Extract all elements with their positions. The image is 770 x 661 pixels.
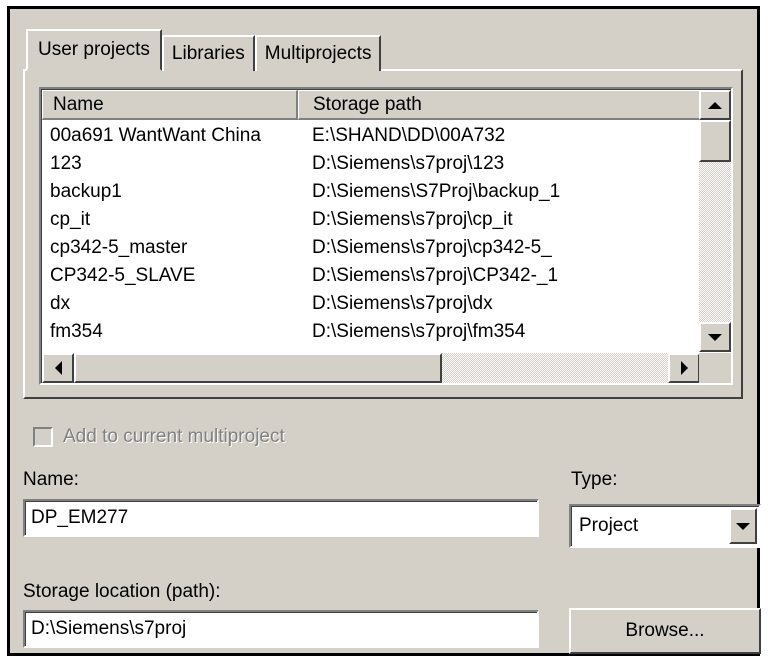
list-item-path: D:\Siemens\s7proj\cp_it bbox=[312, 209, 513, 230]
scroll-down-button[interactable] bbox=[699, 322, 731, 352]
new-project-dialog: User projects Libraries Multiprojects Na… bbox=[7, 6, 761, 656]
add-to-multiproject-option: Add to current multiproject bbox=[33, 424, 285, 450]
list-item[interactable]: 123 D:\Siemens\s7proj\123 bbox=[42, 150, 718, 178]
list-item[interactable]: CP342-5_SLAVE D:\Siemens\s7proj\CP342-_1 bbox=[42, 262, 718, 290]
tab-user-projects[interactable]: User projects bbox=[26, 29, 162, 71]
list-item-name: backup1 bbox=[50, 181, 122, 202]
vertical-scrollbar[interactable] bbox=[699, 90, 731, 352]
column-header-storage-path[interactable]: Storage path bbox=[298, 90, 718, 120]
project-name-input[interactable] bbox=[23, 499, 539, 537]
project-list-inner: Name Storage path 00a691 WantWant China … bbox=[41, 89, 731, 383]
list-item-name: 00a691 WantWant China bbox=[50, 125, 261, 146]
list-item[interactable]: backup1 D:\Siemens\S7Proj\backup_1 bbox=[42, 178, 718, 206]
list-item-path: D:\Siemens\s7proj\fm354 bbox=[312, 321, 526, 342]
list-item-path: E:\SHAND\DD\00A732 bbox=[312, 125, 506, 146]
browse-button[interactable]: Browse... bbox=[569, 608, 761, 654]
list-rows: 00a691 WantWant China E:\SHAND\DD\00A732… bbox=[42, 122, 718, 346]
type-dropdown-button[interactable] bbox=[729, 508, 757, 544]
list-item-name: cp342-5_master bbox=[50, 237, 188, 258]
list-item-name: cp_it bbox=[50, 209, 91, 230]
tab-multiprojects[interactable]: Multiprojects bbox=[254, 35, 382, 71]
list-item-path: D:\Siemens\S7Proj\backup_1 bbox=[312, 181, 561, 202]
arrow-right-icon bbox=[680, 361, 688, 375]
vertical-scroll-thumb[interactable] bbox=[699, 120, 731, 162]
list-item[interactable]: dx D:\Siemens\s7proj\dx bbox=[42, 290, 718, 318]
storage-location-label: Storage location (path): bbox=[23, 581, 221, 602]
list-item[interactable]: 00a691 WantWant China E:\SHAND\DD\00A732 bbox=[42, 122, 718, 150]
list-item[interactable]: cp_it D:\Siemens\s7proj\cp_it bbox=[42, 206, 718, 234]
horizontal-scrollbar[interactable] bbox=[42, 353, 700, 383]
column-header-name[interactable]: Name bbox=[42, 90, 298, 120]
arrow-down-icon bbox=[708, 333, 722, 341]
list-header: Name Storage path bbox=[42, 90, 718, 120]
type-label: Type: bbox=[571, 469, 618, 490]
name-label: Name: bbox=[23, 469, 79, 490]
list-item-path: D:\Siemens\s7proj\CP342-_1 bbox=[312, 265, 559, 286]
arrow-left-icon bbox=[54, 361, 62, 375]
scroll-right-button[interactable] bbox=[668, 353, 700, 383]
chevron-down-icon bbox=[736, 522, 750, 530]
horizontal-scroll-thumb[interactable] bbox=[74, 353, 442, 383]
type-dropdown[interactable]: Project bbox=[569, 504, 761, 548]
list-item[interactable]: cp342-5_master D:\Siemens\s7proj\cp342-5… bbox=[42, 234, 718, 262]
scroll-left-button[interactable] bbox=[42, 353, 74, 383]
list-item-name: fm354 bbox=[50, 321, 103, 342]
add-to-multiproject-label: Add to current multiproject bbox=[63, 426, 285, 447]
list-item-name: CP342-5_SLAVE bbox=[50, 265, 196, 286]
add-to-multiproject-checkbox bbox=[33, 427, 53, 447]
list-item-name: 123 bbox=[50, 153, 82, 174]
list-item[interactable]: fm354 D:\Siemens\s7proj\fm354 bbox=[42, 318, 718, 346]
list-item-path: D:\Siemens\s7proj\dx bbox=[312, 293, 493, 314]
list-item-name: dx bbox=[50, 293, 71, 314]
storage-location-input[interactable] bbox=[23, 610, 539, 648]
tab-panel: Name Storage path 00a691 WantWant China … bbox=[23, 69, 743, 399]
tab-strip: User projects Libraries Multiprojects bbox=[26, 29, 382, 71]
project-list[interactable]: Name Storage path 00a691 WantWant China … bbox=[39, 87, 733, 385]
list-item-path: D:\Siemens\s7proj\123 bbox=[312, 153, 505, 174]
scrollbar-corner bbox=[699, 353, 731, 383]
type-dropdown-value: Project bbox=[579, 515, 639, 536]
tab-libraries[interactable]: Libraries bbox=[161, 35, 255, 71]
list-item-path: D:\Siemens\s7proj\cp342-5_ bbox=[312, 237, 552, 258]
arrow-up-icon bbox=[708, 101, 722, 109]
scroll-up-button[interactable] bbox=[699, 90, 731, 120]
